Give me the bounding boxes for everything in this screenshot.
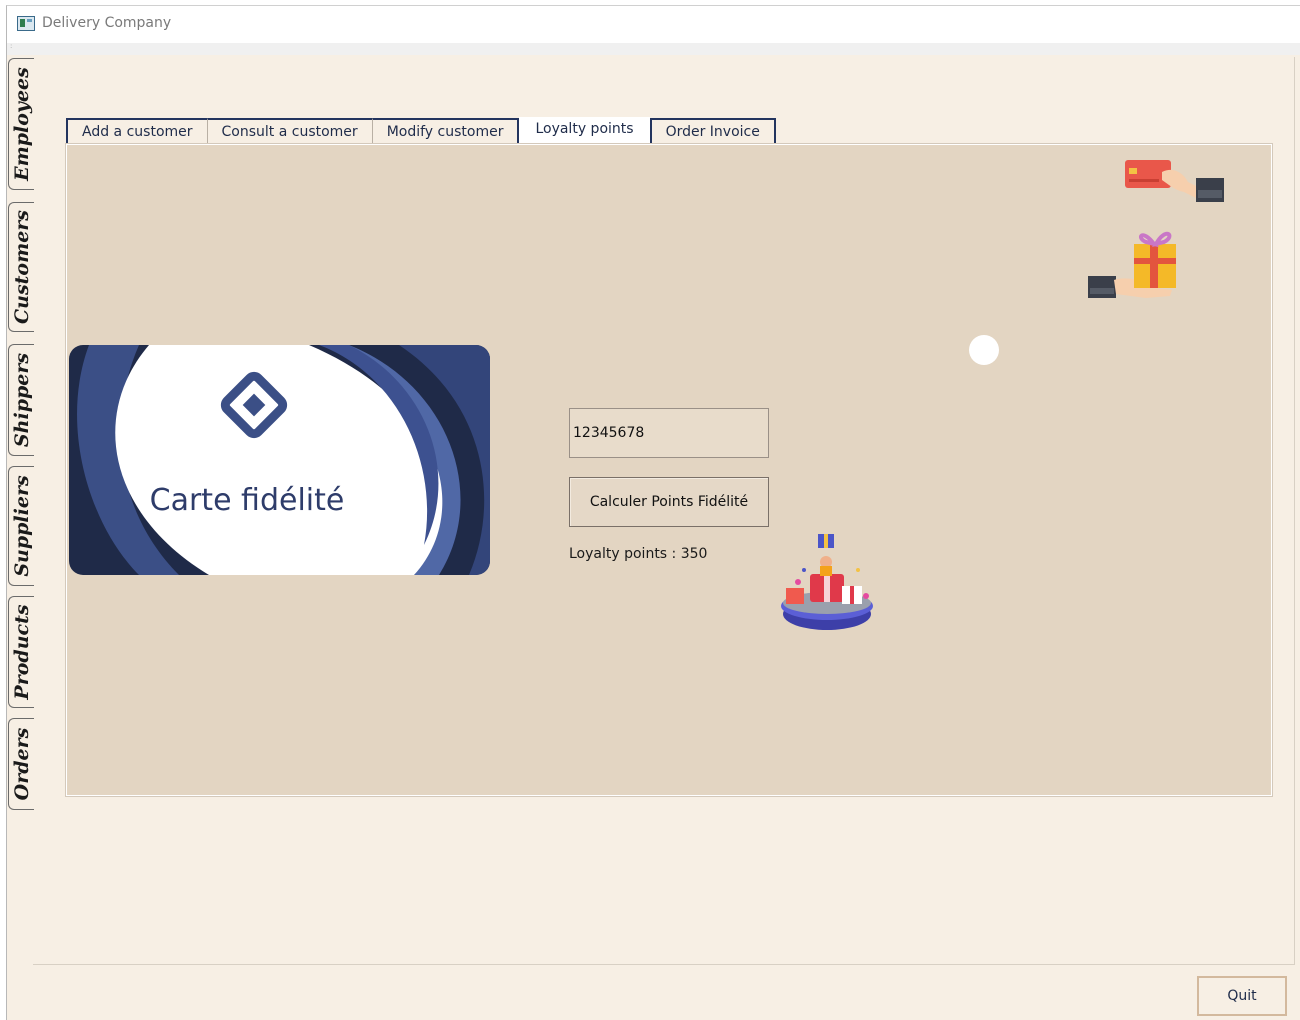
- gift-hand-icon: [1088, 231, 1176, 298]
- customer-id-input[interactable]: 12345678: [569, 408, 769, 458]
- loyalty-points-result: Loyalty points : 350: [569, 546, 708, 562]
- customer-tabs: Add a customer Consult a customer Modify…: [66, 117, 776, 146]
- side-tab-customers[interactable]: Customers: [8, 202, 34, 332]
- quit-button[interactable]: Quit: [1197, 976, 1287, 1016]
- tab-consult-customer[interactable]: Consult a customer: [206, 118, 372, 146]
- gift-podium-icon: [781, 534, 873, 630]
- grip-icon: :: [10, 42, 13, 50]
- loyalty-card-image: Carte fidélité: [69, 345, 490, 575]
- side-tab-employees[interactable]: Employees: [8, 58, 34, 190]
- window-title: Delivery Company: [42, 15, 172, 31]
- side-tab-shippers[interactable]: Shippers: [8, 344, 34, 456]
- app-icon: [17, 16, 35, 31]
- side-tab-orders[interactable]: Orders: [8, 718, 34, 810]
- tab-modify-customer[interactable]: Modify customer: [371, 118, 520, 146]
- side-tab-label: Products: [10, 604, 33, 700]
- side-tab-label: Orders: [10, 727, 33, 801]
- tab-order-invoice[interactable]: Order Invoice: [649, 118, 776, 146]
- tab-add-customer[interactable]: Add a customer: [66, 118, 207, 146]
- title-bar: Delivery Company: [6, 5, 1300, 44]
- side-tab-suppliers[interactable]: Suppliers: [8, 466, 34, 586]
- side-tab-label: Employees: [10, 67, 33, 181]
- side-tab-label: Shippers: [10, 352, 33, 448]
- credit-card-payment-icon: [1125, 160, 1224, 202]
- calculate-points-button[interactable]: Calculer Points Fidélité: [569, 477, 769, 527]
- tab-loyalty-points[interactable]: Loyalty points: [519, 117, 650, 143]
- toolbar-strip: :: [6, 43, 1300, 55]
- card-title: Carte fidélité: [150, 483, 345, 518]
- side-tab-label: Customers: [10, 210, 33, 324]
- white-dot-decoration: [969, 335, 999, 365]
- side-tab-label: Suppliers: [10, 475, 33, 577]
- side-tab-products[interactable]: Products: [8, 596, 34, 708]
